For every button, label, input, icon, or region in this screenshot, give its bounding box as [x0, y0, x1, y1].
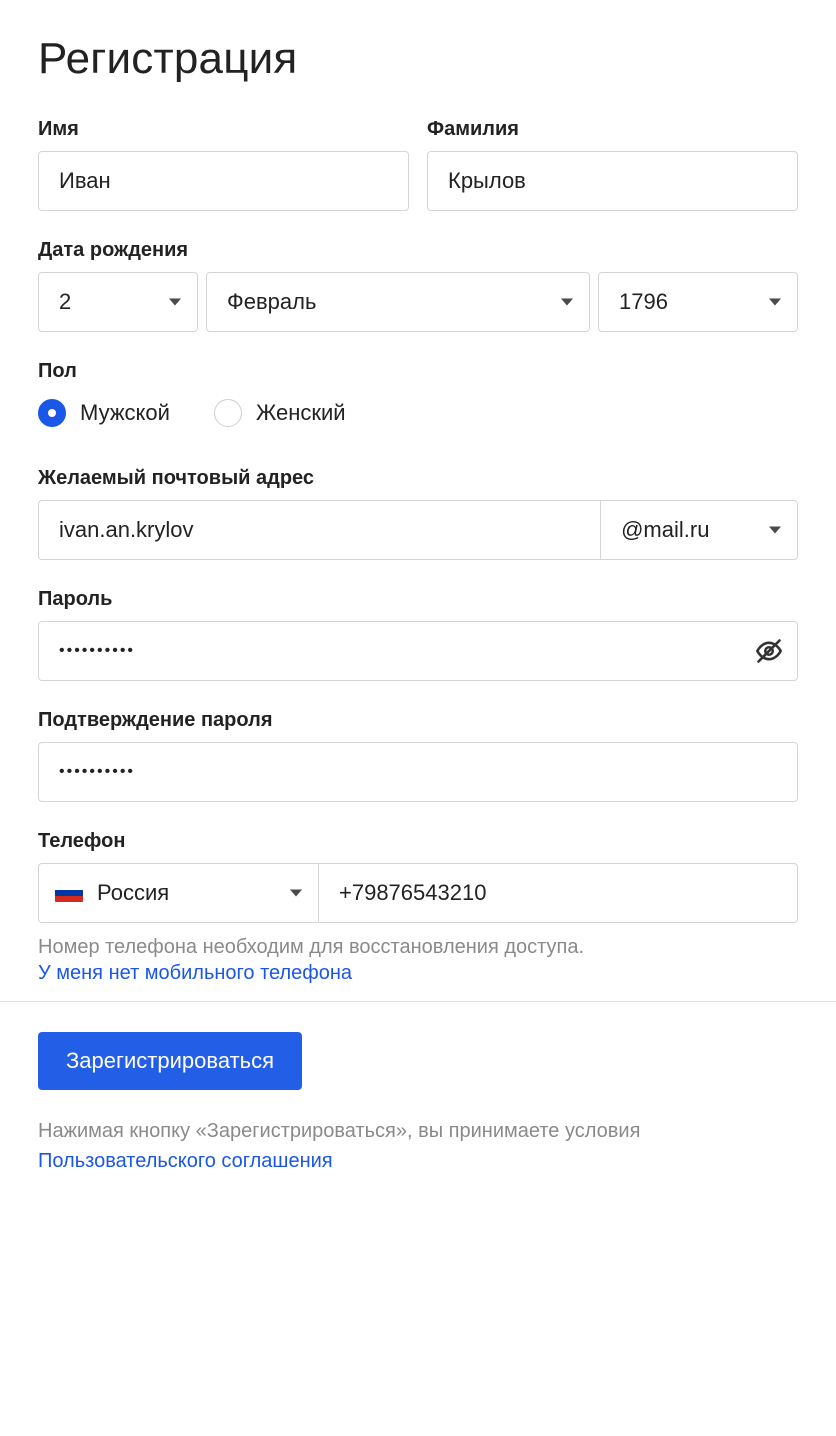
- email-domain-select[interactable]: @mail.ru: [600, 500, 798, 560]
- terms-prefix: Нажимая кнопку «Зарегистрироваться», вы …: [38, 1120, 640, 1142]
- password-confirm-input[interactable]: [38, 742, 798, 802]
- dob-month-value: Февраль: [227, 289, 545, 315]
- phone-input[interactable]: [318, 863, 798, 923]
- radio-dot-icon: [214, 399, 242, 427]
- no-phone-link[interactable]: У меня нет мобильного телефона: [38, 962, 352, 984]
- page-title: Регистрация: [38, 34, 798, 84]
- email-input[interactable]: [38, 500, 600, 560]
- chevron-down-icon: [290, 890, 302, 897]
- dob-label: Дата рождения: [38, 239, 798, 262]
- divider: [0, 1001, 836, 1002]
- radio-dot-icon: [38, 399, 66, 427]
- password-label: Пароль: [38, 588, 798, 611]
- submit-button[interactable]: Зарегистрироваться: [38, 1032, 302, 1090]
- dob-day-select[interactable]: 2: [38, 272, 198, 332]
- dob-day-value: 2: [59, 289, 153, 315]
- gender-male-radio[interactable]: Мужской: [38, 399, 170, 427]
- gender-male-label: Мужской: [80, 400, 170, 426]
- phone-country-select[interactable]: Россия: [38, 863, 318, 923]
- email-label: Желаемый почтовый адрес: [38, 467, 798, 490]
- phone-group: Телефон Россия Номер телефона необходим …: [38, 830, 798, 985]
- first-name-label: Имя: [38, 118, 409, 141]
- phone-label: Телефон: [38, 830, 798, 853]
- terms-text: Нажимая кнопку «Зарегистрироваться», вы …: [38, 1116, 798, 1176]
- gender-label: Пол: [38, 360, 798, 383]
- gender-female-radio[interactable]: Женский: [214, 399, 346, 427]
- last-name-input[interactable]: [427, 151, 798, 211]
- chevron-down-icon: [169, 299, 181, 306]
- password-input[interactable]: [38, 621, 798, 681]
- chevron-down-icon: [769, 299, 781, 306]
- first-name-input[interactable]: [38, 151, 409, 211]
- gender-female-label: Женский: [256, 400, 346, 426]
- toggle-password-visibility-button[interactable]: [752, 634, 786, 668]
- gender-group: Пол Мужской Женский: [38, 360, 798, 427]
- dob-month-select[interactable]: Февраль: [206, 272, 590, 332]
- email-domain-value: @mail.ru: [621, 517, 753, 543]
- dob-year-value: 1796: [619, 289, 753, 315]
- phone-country-value: Россия: [97, 880, 274, 906]
- dob-year-select[interactable]: 1796: [598, 272, 798, 332]
- eye-off-icon: [755, 637, 783, 665]
- dob-group: Дата рождения 2 Февраль 1796: [38, 239, 798, 332]
- password-group: Пароль: [38, 588, 798, 681]
- chevron-down-icon: [561, 299, 573, 306]
- password-confirm-label: Подтверждение пароля: [38, 709, 798, 732]
- terms-link[interactable]: Пользовательского соглашения: [38, 1150, 333, 1172]
- chevron-down-icon: [769, 527, 781, 534]
- last-name-label: Фамилия: [427, 118, 798, 141]
- password-confirm-group: Подтверждение пароля: [38, 709, 798, 802]
- name-row: Имя Фамилия: [38, 118, 798, 211]
- email-group: Желаемый почтовый адрес @mail.ru: [38, 467, 798, 560]
- phone-hint: Номер телефона необходим для восстановле…: [38, 933, 798, 962]
- registration-form: Регистрация Имя Фамилия Дата рождения 2 …: [0, 0, 836, 1216]
- flag-russia-icon: [55, 884, 83, 902]
